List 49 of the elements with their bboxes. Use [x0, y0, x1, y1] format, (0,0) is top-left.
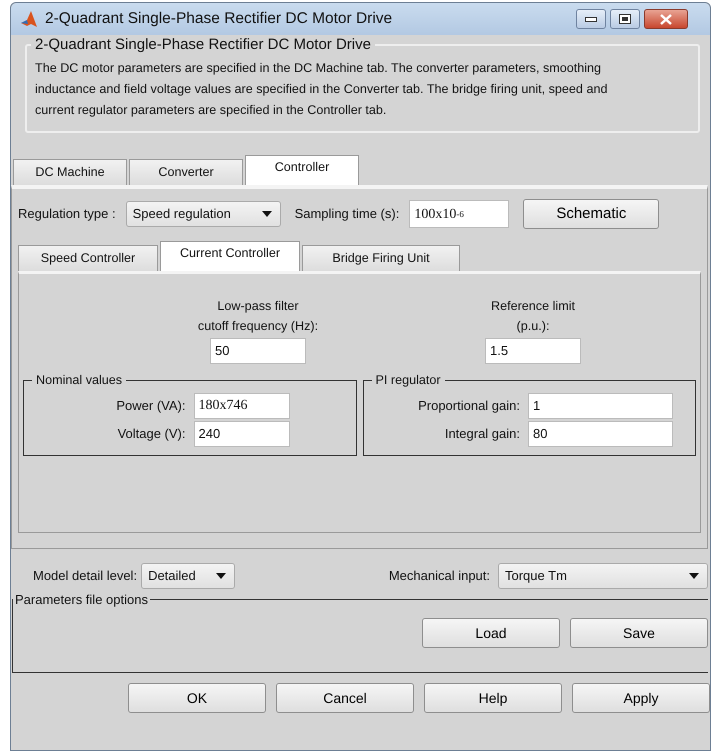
field-label: Reference limit (p.u.): — [491, 298, 575, 335]
caret-icon — [689, 573, 699, 579]
input-field[interactable]: 240 — [194, 420, 290, 447]
maximize-icon — [619, 14, 631, 24]
caret-icon — [216, 573, 226, 579]
dialog-button[interactable]: Cancel — [276, 683, 414, 713]
field-label: Integral gain: — [444, 424, 520, 443]
dialog-button[interactable]: Help — [424, 683, 562, 713]
tab[interactable]: Bridge Firing Unit — [302, 245, 460, 271]
app-logo-icon — [19, 9, 39, 29]
file-button[interactable]: Save — [570, 618, 708, 648]
field-label: Proportional gain: — [418, 396, 520, 415]
window-title: 2-Quadrant Single-Phase Rectifier DC Motor Drive — [45, 9, 392, 30]
input-field[interactable]: 180x746 — [194, 392, 290, 419]
tab[interactable]: DC Machine — [13, 159, 127, 185]
input-field[interactable]: 1 — [528, 392, 673, 419]
group-title: Nominal values — [35, 374, 124, 387]
schematic-button[interactable]: Schematic — [523, 199, 660, 229]
close-button[interactable] — [644, 9, 688, 29]
field-label: Voltage (V): — [118, 424, 186, 443]
tab[interactable]: Controller — [245, 155, 359, 185]
field-label: Power (VA): — [116, 396, 186, 415]
dropdown[interactable]: Speed regulation — [126, 201, 281, 227]
input-field[interactable]: 100x10$^{-6}$ — [409, 200, 510, 228]
field-label: Model detail level: — [33, 567, 138, 586]
tab[interactable]: Speed Controller — [18, 245, 158, 271]
close-icon — [660, 14, 672, 24]
field-label: Regulation type : — [18, 205, 116, 224]
tab[interactable]: Current Controller — [160, 241, 300, 271]
minimize-button[interactable] — [576, 9, 606, 29]
field-label: Mechanical input: — [388, 567, 490, 586]
dialog-button[interactable]: Apply — [572, 683, 710, 713]
group-title: PI regulator — [374, 374, 442, 387]
group-title: Parameters file options — [14, 593, 149, 606]
dropdown[interactable]: Detailed — [141, 563, 236, 589]
field-label: Sampling time (s): — [294, 205, 400, 224]
input-field[interactable]: 1.5 — [485, 338, 581, 364]
input-field[interactable]: 80 — [528, 420, 673, 447]
file-button[interactable]: Load — [422, 618, 560, 648]
minimize-icon — [585, 16, 597, 22]
maximize-button[interactable] — [610, 9, 640, 29]
dropdown[interactable]: Torque Tm — [498, 563, 708, 589]
field-label: Low-pass filter cutoff frequency (Hz): — [198, 298, 318, 335]
description-text: The DC motor parameters are specified in the DC Machine tab. The converter parameters, smoothing inductance and field voltage values are specified in the Converter tab. The bridge firing unit, speed and current regulator parameters are specified in the Controller tab. — [35, 60, 608, 119]
panel-title: 2-Quadrant Single-Phase Rectifier DC Motor Drive — [34, 37, 372, 52]
dialog-button[interactable]: OK — [128, 683, 266, 713]
tab[interactable]: Converter — [129, 159, 243, 185]
input-field[interactable]: 50 — [210, 338, 306, 364]
caret-icon — [262, 211, 272, 217]
